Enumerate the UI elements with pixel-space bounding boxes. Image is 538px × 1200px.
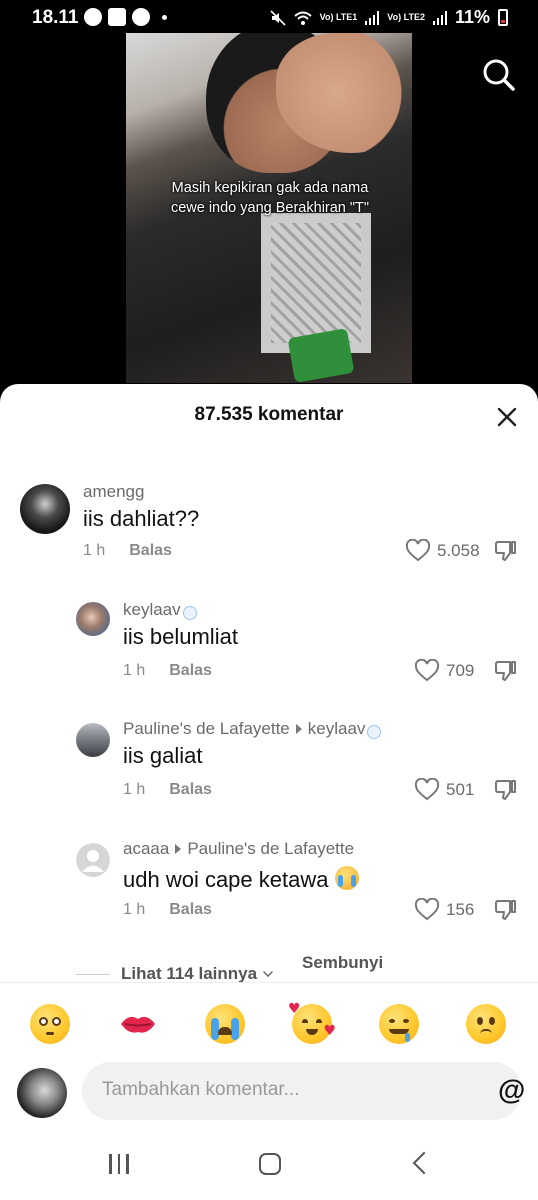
comments-sheet: 87.535 komentar amengg iis dahliat?? 1 h… [0, 384, 538, 1200]
video-shirt-print [261, 213, 371, 353]
mute-icon [270, 9, 286, 26]
dislike-icon[interactable] [494, 659, 518, 683]
heart-icon [414, 659, 440, 682]
reply-button[interactable]: Balas [169, 662, 212, 680]
like-button[interactable]: 501 [414, 778, 474, 802]
slightly-frowning-face-emoji-icon[interactable] [465, 1003, 507, 1045]
smiling-face-with-hearts-emoji-icon[interactable]: ♥ ♥ [288, 1002, 336, 1045]
heart-icon [414, 898, 440, 921]
comment-username[interactable]: keylaav [123, 600, 197, 620]
comments-count-title: 87.535 komentar [194, 404, 344, 425]
comment-input-placeholder: Tambahkan komentar... [102, 1079, 300, 1100]
like-count: 501 [446, 780, 475, 799]
sim1-label: Vo) LTE1 [319, 12, 358, 22]
wifi-icon [293, 11, 312, 25]
battery-icon [498, 9, 508, 26]
more-notifications-dot [162, 14, 167, 20]
heart-icon [414, 778, 440, 801]
comment-meta: 1 h Balas [123, 662, 212, 680]
comment-time: 1 h [83, 542, 106, 559]
default-avatar-icon[interactable] [76, 843, 110, 877]
loudly-crying-face-emoji-icon[interactable] [204, 1003, 246, 1045]
reply-button[interactable]: Balas [129, 542, 172, 560]
comment-username[interactable]: Pauline's de Lafayette keylaav [123, 719, 382, 739]
bubble-badge-icon [182, 606, 197, 620]
comment-text: udh woi cape ketawa [123, 863, 359, 893]
status-right-icons: Vo) LTE1 Vo) LTE2 11% [270, 7, 508, 28]
drooling-face-emoji-icon[interactable] [378, 1003, 420, 1045]
view-more-replies-button[interactable]: Lihat 114 lainnya [121, 964, 257, 984]
avatar[interactable] [20, 484, 70, 534]
comment-username-text: Pauline's de Lafayette [123, 719, 290, 738]
avatar[interactable] [17, 1068, 67, 1118]
crying-emoji-icon [334, 866, 359, 890]
heart-icon [405, 539, 431, 562]
like-count: 156 [446, 900, 475, 919]
divider [76, 974, 110, 975]
reply-to-username[interactable]: Pauline's de Lafayette [187, 839, 354, 859]
comment-text: iis dahliat?? [83, 506, 200, 531]
comment-text: iis belumliat [123, 624, 238, 649]
comment-time: 1 h [123, 781, 146, 798]
status-time: 18.11 [32, 7, 79, 28]
back-icon[interactable] [412, 1151, 436, 1175]
mention-at-icon[interactable]: @ [498, 1074, 525, 1106]
dislike-icon[interactable] [494, 898, 518, 922]
comment-input-row: Tambahkan komentar... @ [0, 1060, 538, 1130]
video-player[interactable]: Masih kepikiran gak ada nama cewe indo y… [0, 0, 538, 400]
like-button[interactable]: 709 [414, 659, 474, 683]
bubble-badge-icon [367, 725, 382, 739]
like-count: 709 [446, 661, 475, 680]
dislike-icon[interactable] [494, 778, 518, 802]
flushed-face-emoji-icon[interactable] [29, 1003, 71, 1045]
system-navigation-bar [0, 1130, 538, 1200]
reply-arrow-icon [295, 724, 302, 734]
comment-text-content: udh woi cape ketawa [123, 867, 329, 892]
comment-username-text: keylaav [123, 600, 181, 619]
video-caption: Masih kepikiran gak ada nama cewe indo y… [170, 180, 370, 216]
comment-username-text: acaaa [123, 839, 170, 858]
status-bar: 18.11 Vo) LTE1 Vo) LTE2 11% [0, 0, 538, 36]
reply-button[interactable]: Balas [169, 901, 212, 919]
status-notification-icons [84, 8, 167, 26]
like-button[interactable]: 156 [414, 898, 474, 922]
comment-meta: 1 h Balas [123, 781, 212, 799]
comment-meta: 1 h Balas [123, 901, 212, 919]
signal-bars-sim2 [432, 10, 447, 25]
comment-input[interactable]: Tambahkan komentar... @ [82, 1062, 525, 1120]
comment-username[interactable]: amengg [83, 482, 144, 502]
avatar[interactable] [76, 602, 110, 636]
like-count: 5.058 [437, 541, 480, 560]
battery-percent: 11% [454, 7, 490, 27]
avatar[interactable] [76, 723, 110, 757]
close-icon[interactable] [496, 406, 518, 428]
comment-time: 1 h [123, 662, 146, 679]
reply-arrow-icon [175, 844, 182, 854]
reply-to-username[interactable]: keylaav [308, 719, 366, 739]
whatsapp-icon [84, 8, 102, 26]
video-can [287, 328, 355, 383]
dislike-icon[interactable] [494, 539, 518, 563]
recent-apps-icon[interactable] [109, 1154, 129, 1174]
reply-button[interactable]: Balas [169, 781, 212, 799]
comment-time: 1 h [123, 901, 146, 918]
emoji-quick-bar: ♥ ♥ [0, 982, 538, 1062]
comment-username[interactable]: acaaa Pauline's de Lafayette [123, 839, 354, 859]
comment-username-text: amengg [83, 482, 145, 501]
like-button[interactable]: 5.058 [405, 539, 480, 563]
shopping-bag-icon [108, 8, 126, 26]
search-icon[interactable] [480, 56, 518, 94]
sim2-label: Vo) LTE2 [387, 12, 425, 22]
comment-text: iis galiat [123, 743, 203, 768]
signal-bars-sim1 [365, 10, 380, 25]
line-app-icon [132, 8, 150, 26]
kiss-mark-emoji-icon[interactable] [117, 1003, 159, 1045]
comment-meta: 1 h Balas [83, 542, 172, 560]
chevron-down-icon [263, 967, 273, 977]
home-icon[interactable] [259, 1153, 281, 1175]
